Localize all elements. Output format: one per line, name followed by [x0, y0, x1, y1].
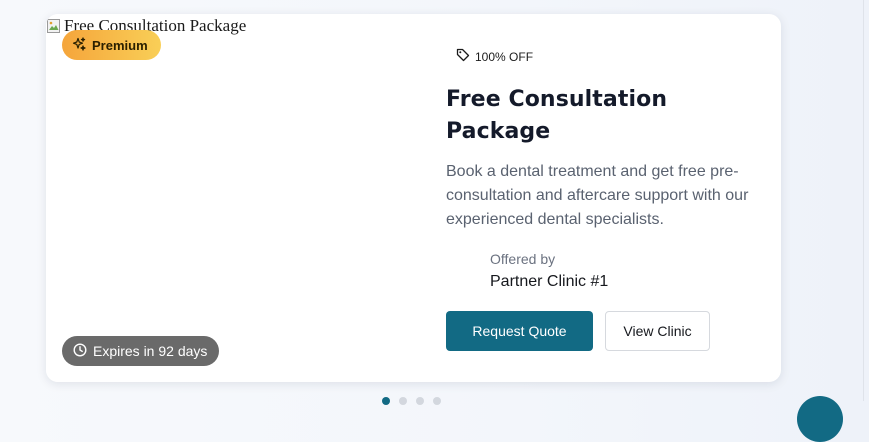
offered-by-label: Offered by	[490, 251, 556, 267]
carousel-pagination	[382, 397, 441, 405]
offer-image: Free Consultation Package Premium Expire…	[46, 14, 426, 382]
sparkle-icon	[72, 36, 86, 54]
floating-action-button[interactable]	[797, 396, 843, 442]
broken-image-icon	[46, 18, 62, 34]
premium-badge: Premium	[62, 30, 161, 60]
carousel-dot[interactable]	[382, 397, 390, 405]
offer-card: Free Consultation Package Premium Expire…	[46, 14, 781, 382]
tag-icon	[456, 48, 470, 65]
expires-badge: Expires in 92 days	[62, 336, 220, 366]
clock-icon	[73, 342, 87, 360]
request-quote-button[interactable]: Request Quote	[446, 311, 593, 351]
offer-description: Book a dental treatment and get free pre…	[446, 163, 749, 228]
clinic-name: Partner Clinic #1	[490, 273, 609, 290]
offer-details: 100% OFF Free Consultation Package Book …	[446, 14, 766, 382]
carousel-dot[interactable]	[399, 397, 407, 405]
carousel-dot[interactable]	[433, 397, 441, 405]
page-edge-divider	[863, 0, 864, 401]
discount-badge: 100% OFF	[456, 48, 533, 65]
discount-label: 100% OFF	[475, 49, 534, 64]
premium-label: Premium	[92, 37, 148, 53]
offer-title: Free Consultation Package	[446, 87, 668, 144]
carousel-dot[interactable]	[416, 397, 424, 405]
view-clinic-button[interactable]: View Clinic	[605, 311, 710, 351]
expires-label: Expires in 92 days	[93, 343, 208, 359]
